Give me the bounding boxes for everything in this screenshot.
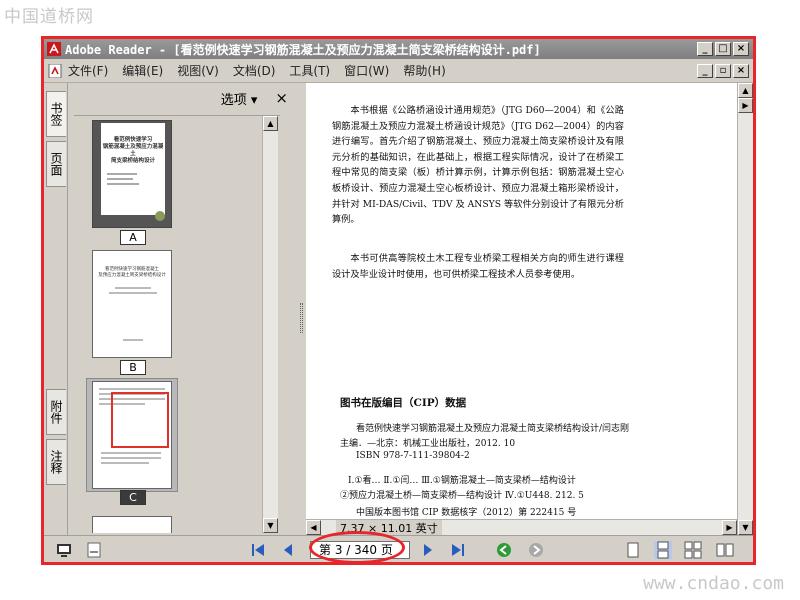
close-button[interactable]: × — [733, 42, 749, 56]
doc-paragraph-1: 本书根据《公路桥涵设计通用规范》（JTG D60—2004）和《公路钢筋混凝土及… — [332, 105, 624, 226]
cip-heading: 图书在版编目（CIP）数据 — [340, 397, 467, 409]
cip-line-3: ISBN 978-7-111-39804-2 — [356, 451, 470, 461]
doc-scroll-left-icon[interactable]: ◀ — [306, 520, 321, 535]
menu-help[interactable]: 帮助(H) — [403, 62, 445, 79]
next-page-icon[interactable] — [420, 542, 436, 558]
tab-pages[interactable]: 页面 — [46, 141, 66, 187]
thumbnail-panel: 选项 ▾ × 看范例快速学习 钢筋混凝土及预应力混凝土 简支梁桥结构设计 A 看… — [68, 83, 298, 535]
tab-attachments[interactable]: 附件 — [46, 389, 66, 435]
cip-line-6: 中国版本图书馆 CIP 数据核字（2012）第 222415 号 — [356, 508, 577, 518]
document-view: 本书根据《公路桥涵设计通用规范》（JTG D60—2004）和《公路钢筋混凝土及… — [306, 83, 753, 536]
single-page-view-icon[interactable] — [624, 541, 642, 559]
doc-scroll-up-icon[interactable]: ▲ — [738, 83, 753, 98]
page-size-indicator: 7.37 × 11.01 英寸 — [336, 520, 442, 536]
facing-view-icon[interactable] — [684, 541, 702, 559]
tab-bookmarks[interactable]: 书签 — [46, 91, 66, 137]
pdf-document-icon[interactable] — [48, 63, 62, 78]
menu-window[interactable]: 窗口(W) — [344, 62, 389, 79]
menu-tools[interactable]: 工具(T) — [289, 62, 330, 79]
status-bar: 第 3 / 340 页 — [44, 535, 753, 562]
page-number-field[interactable]: 第 3 / 340 页 — [310, 541, 410, 559]
panel-options-menu[interactable]: 选项 ▾ — [221, 89, 258, 108]
menu-document[interactable]: 文档(D) — [233, 62, 276, 79]
window-title: Adobe Reader - [看范例快速学习钢筋混凝土及预应力混凝土简支梁桥结… — [65, 42, 541, 57]
cip-line-4: Ⅰ.①看… Ⅱ.①闫… Ⅲ.①钢筋混凝土—简支梁桥—结构设计 — [348, 476, 576, 486]
go-forward-icon[interactable] — [528, 542, 544, 558]
thumbnail-page-b[interactable]: 看范例快速学习钢筋混凝土 及预应力混凝土简支梁桥结构设计 — [92, 250, 172, 358]
doc-minimize-button[interactable]: _ — [697, 63, 713, 78]
thumbnail-b-title-2: 及预应力混凝土简支梁桥结构设计 — [98, 273, 166, 278]
last-page-icon[interactable] — [450, 542, 466, 558]
continuous-view-icon[interactable] — [654, 541, 672, 559]
publisher-logo-icon — [155, 211, 165, 221]
previous-page-icon[interactable] — [280, 542, 296, 558]
thumbnail-label-a[interactable]: A — [120, 230, 146, 245]
scroll-down-arrow-icon[interactable]: ▼ — [263, 518, 278, 533]
menu-edit[interactable]: 编辑(E) — [122, 62, 163, 79]
doc-scroll-right-arrow-icon[interactable]: ▶ — [722, 520, 737, 535]
go-back-icon[interactable] — [496, 542, 512, 558]
thumbnail-label-b[interactable]: B — [120, 360, 146, 375]
panel-close-button[interactable]: × — [275, 89, 288, 107]
navigation-tabs: 书签 页面 附件 注释 — [44, 83, 68, 535]
maximize-button[interactable]: □ — [715, 42, 731, 56]
thumbnail-label-c[interactable]: C — [120, 490, 146, 505]
thumbnail-a-title-3: 简支梁桥结构设计 — [110, 158, 155, 164]
watermark-bottom-right: www.cndao.com — [643, 573, 784, 594]
thumbnail-list: 看范例快速学习 钢筋混凝土及预应力混凝土 简支梁桥结构设计 A 看范例快速学习钢… — [74, 115, 280, 533]
app-window: Adobe Reader - [看范例快速学习钢筋混凝土及预应力混凝土简支梁桥结… — [41, 36, 756, 565]
thumbnail-page-a[interactable]: 看范例快速学习 钢筋混凝土及预应力混凝土 简支梁桥结构设计 — [92, 120, 172, 228]
thumbnail-a-title-1: 看范例快速学习 — [113, 137, 153, 143]
thumbnail-page-c[interactable] — [92, 381, 172, 489]
minimize-button[interactable]: _ — [697, 42, 713, 56]
cip-line-1: 看范例快速学习钢筋混凝土及预应力混凝土简支梁桥结构设计/闫志刚 — [356, 424, 630, 434]
panel-splitter[interactable] — [298, 83, 306, 535]
cip-line-2: 主编．—北京：机械工业出版社，2012. 10 — [340, 439, 516, 449]
first-page-icon[interactable] — [250, 542, 266, 558]
menu-bar: 文件(F) 编辑(E) 视图(V) 文档(D) 工具(T) 窗口(W) 帮助(H… — [44, 59, 753, 83]
document-properties-icon[interactable] — [86, 542, 102, 558]
watermark-top-left: 中国道桥网 — [4, 7, 94, 27]
thumbnail-page-d[interactable] — [92, 516, 172, 533]
title-bar[interactable]: Adobe Reader - [看范例快速学习钢筋混凝土及预应力混凝土简支梁桥结… — [44, 39, 753, 59]
visible-area-frame[interactable] — [111, 392, 169, 448]
scroll-up-arrow-icon[interactable]: ▲ — [263, 116, 278, 131]
tab-comments[interactable]: 注释 — [46, 439, 66, 485]
doc-scroll-right-icon[interactable]: ▶ — [738, 98, 753, 113]
doc-scroll-down-icon[interactable]: ▼ — [738, 520, 753, 535]
doc-close-button[interactable]: × — [733, 63, 749, 78]
adobe-reader-icon — [47, 42, 61, 56]
cip-line-5: ②预应力混凝土桥—简支梁桥—结构设计 Ⅳ.①U448. 212. 5 — [340, 491, 584, 501]
monitor-icon[interactable] — [56, 542, 72, 558]
continuous-facing-view-icon[interactable] — [716, 541, 734, 559]
pdf-page[interactable]: 本书根据《公路桥涵设计通用规范》（JTG D60—2004）和《公路钢筋混凝土及… — [306, 83, 737, 519]
menu-file[interactable]: 文件(F) — [68, 62, 108, 79]
menu-view[interactable]: 视图(V) — [177, 62, 219, 79]
document-scrollbar[interactable]: ▲ ▶ ▼ — [737, 83, 753, 535]
thumbnail-scrollbar[interactable]: ▲ ▼ — [262, 116, 278, 533]
doc-paragraph-2: 本书可供高等院校土木工程专业桥梁工程相关方向的师生进行课程设计及毕业设计时使用，… — [332, 253, 624, 280]
thumbnail-a-title-2: 钢筋混凝土及预应力混凝土 — [102, 144, 164, 157]
doc-restore-button[interactable]: ▫ — [715, 63, 731, 78]
